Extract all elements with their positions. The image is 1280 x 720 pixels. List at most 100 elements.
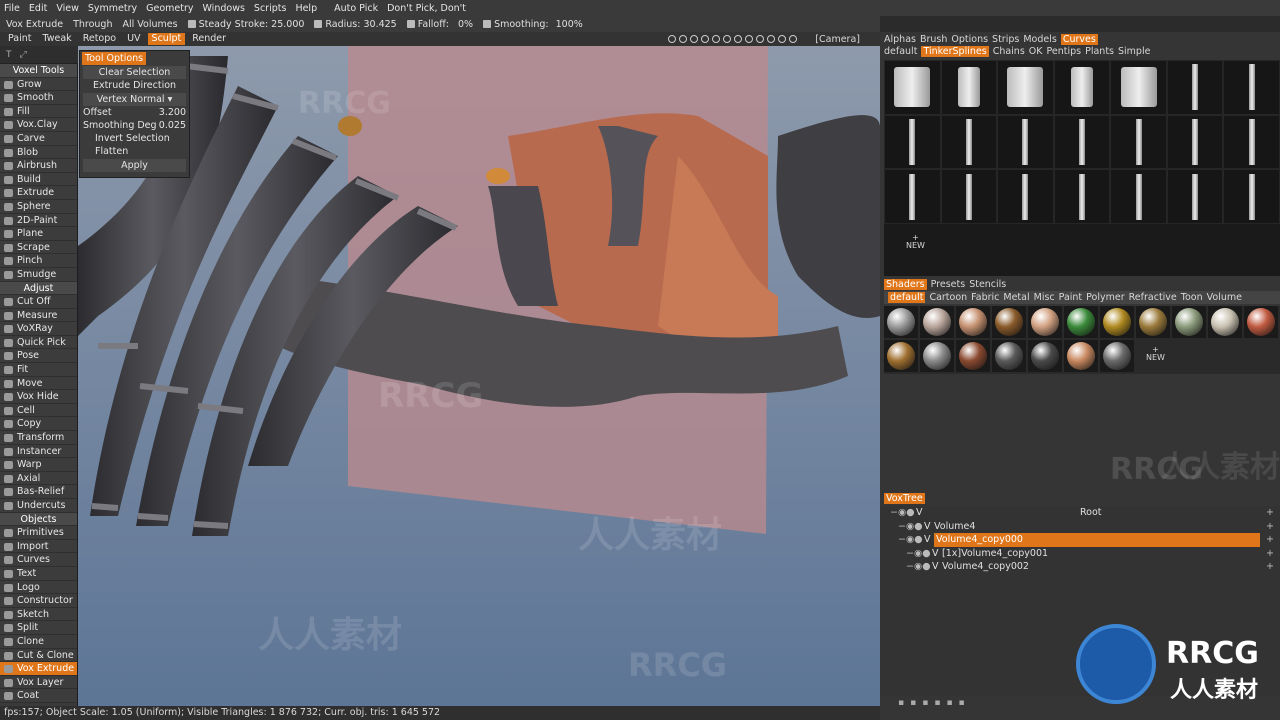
shader-swatch[interactable] <box>1100 306 1134 338</box>
voxtree-row[interactable]: −◉● V [1x]Volume4_copy001 + <box>880 547 1280 561</box>
tool-item[interactable]: Clone <box>0 634 77 649</box>
tool-item[interactable]: Logo <box>0 580 77 595</box>
tool-item[interactable]: Measure <box>0 308 77 323</box>
tool-item[interactable]: Airbrush <box>0 159 77 173</box>
menu-geometry[interactable]: Geometry <box>146 3 193 14</box>
curve-preset[interactable] <box>884 169 941 224</box>
shader-category[interactable]: Polymer <box>1086 292 1124 303</box>
tool-item[interactable]: Smooth <box>0 91 77 105</box>
add-icon[interactable]: + <box>1266 547 1274 561</box>
curve-preset[interactable] <box>1223 169 1280 224</box>
curve-preset[interactable] <box>1110 169 1167 224</box>
tool-item[interactable]: Cut & Clone <box>0 648 77 663</box>
volume-name[interactable]: Root <box>1080 506 1102 520</box>
shader-swatch[interactable] <box>1064 306 1098 338</box>
tool-item[interactable]: Primitives <box>0 526 77 540</box>
current-tool[interactable]: Vox Extrude <box>6 19 63 30</box>
curve-preset[interactable] <box>1110 60 1167 115</box>
offset-value[interactable]: 3.200 <box>159 106 186 119</box>
voxtree-row[interactable]: −◉● V Volume4_copy002 + <box>880 560 1280 574</box>
curve-set-default[interactable]: default <box>884 46 917 57</box>
shader-swatch[interactable] <box>1136 306 1170 338</box>
tool-item[interactable]: Text <box>0 566 77 581</box>
light-icon[interactable] <box>690 35 699 43</box>
tab-voxtree[interactable]: VoxTree <box>884 492 925 504</box>
tool-item[interactable]: Constructor <box>0 594 77 608</box>
tool-item[interactable]: Split <box>0 621 77 635</box>
curve-preset[interactable] <box>1223 60 1280 115</box>
shader-category[interactable]: Volume <box>1207 292 1242 303</box>
tool-item[interactable]: Fill <box>0 104 77 119</box>
curve-preset[interactable] <box>940 60 998 115</box>
flatten-checkbox[interactable]: Flatten <box>83 145 186 158</box>
voxtree-row[interactable]: −◉● V Volume4 + <box>880 520 1280 534</box>
visibility-icon[interactable]: −◉● <box>898 533 923 547</box>
tab-sculpt[interactable]: Sculpt <box>147 33 186 45</box>
shader-swatch[interactable] <box>992 306 1026 338</box>
smoothing-field[interactable]: Smoothing: 100% <box>483 19 583 30</box>
settings-icon[interactable]: ▪ <box>959 698 965 708</box>
invert-selection-checkbox[interactable]: Invert Selection <box>83 132 186 145</box>
dont-pick-dropdown[interactable]: Don't Pick, Don't <box>387 3 466 14</box>
pan-icon[interactable] <box>734 35 743 43</box>
zoom-icon[interactable] <box>723 35 732 43</box>
shader-category[interactable]: Paint <box>1059 292 1083 303</box>
tool-item[interactable]: Sketch <box>0 607 77 622</box>
menu-edit[interactable]: Edit <box>29 3 47 14</box>
visibility-icon[interactable]: −◉● <box>898 520 923 534</box>
shader-swatch[interactable] <box>1028 306 1062 338</box>
curve-preset[interactable] <box>940 114 998 170</box>
tool-item[interactable]: Transform <box>0 431 77 445</box>
tool-item[interactable]: Plane <box>0 227 77 241</box>
cube-icon[interactable] <box>778 35 787 43</box>
voxtree-row[interactable]: −◉● V Volume4_copy000 + <box>880 533 1280 547</box>
add-icon[interactable]: + <box>1266 533 1274 547</box>
new-curve-button[interactable]: + NEW <box>906 234 925 250</box>
frame-icon[interactable] <box>745 35 754 43</box>
visibility-icon[interactable]: −◉● <box>890 506 915 520</box>
curve-preset[interactable] <box>997 114 1054 170</box>
tool-item[interactable]: 2D-Paint <box>0 213 77 228</box>
tab-models[interactable]: Models <box>1023 34 1056 45</box>
curve-preset[interactable] <box>1053 60 1111 115</box>
tool-item[interactable]: Instancer <box>0 444 77 459</box>
tab-alphas[interactable]: Alphas <box>884 34 916 45</box>
tool-item[interactable]: Axial <box>0 471 77 486</box>
tool-item[interactable]: Quick Pick <box>0 335 77 350</box>
menu-view[interactable]: View <box>56 3 79 14</box>
vertex-normal-dropdown[interactable]: Vertex Normal ▾ <box>83 93 186 106</box>
tool-item[interactable]: Blob <box>0 145 77 160</box>
tool-item[interactable]: Build <box>0 172 77 187</box>
through-toggle[interactable]: Through <box>73 19 112 30</box>
tool-item[interactable]: Curves <box>0 553 77 567</box>
curve-preset[interactable] <box>997 60 1054 115</box>
curve-preset[interactable] <box>997 169 1054 224</box>
volume-name[interactable]: [1x]Volume4_copy001 <box>942 547 1048 561</box>
trash-icon[interactable]: ▪ <box>898 698 904 708</box>
shader-category[interactable]: Fabric <box>971 292 999 303</box>
expand-icon[interactable]: ⤢ <box>20 50 27 60</box>
curve-preset[interactable] <box>940 169 998 224</box>
shading-icon[interactable] <box>668 35 677 43</box>
shader-swatch[interactable] <box>1244 306 1278 338</box>
shader-category[interactable]: Misc <box>1034 292 1055 303</box>
tab-curves[interactable]: Curves <box>1060 33 1098 45</box>
smoothing-degree-value[interactable]: 0.025 <box>159 119 186 132</box>
tab-stencils[interactable]: Stencils <box>969 279 1006 290</box>
curve-preset[interactable] <box>1166 114 1224 170</box>
curve-preset[interactable] <box>1223 114 1280 170</box>
tab-shaders[interactable]: Shaders <box>884 278 927 290</box>
auto-pick-toggle[interactable]: Auto Pick <box>334 3 378 14</box>
tool-item[interactable]: Pose <box>0 349 77 364</box>
3d-viewport[interactable]: RRCG RRCG 人人素材 人人素材 RRCG <box>78 46 880 706</box>
menu-help[interactable]: Help <box>295 3 317 14</box>
tool-item[interactable]: Copy <box>0 417 77 432</box>
shader-swatch[interactable] <box>992 340 1026 372</box>
tab-retopo[interactable]: Retopo <box>79 33 120 45</box>
shader-category[interactable]: Metal <box>1003 292 1029 303</box>
rotate-icon[interactable] <box>756 35 765 43</box>
tool-item[interactable]: Vox.Clay <box>0 118 77 132</box>
tool-item[interactable]: Smudge <box>0 267 77 282</box>
tab-paint[interactable]: Paint <box>4 33 36 45</box>
tool-item[interactable]: Extrude <box>0 186 77 200</box>
